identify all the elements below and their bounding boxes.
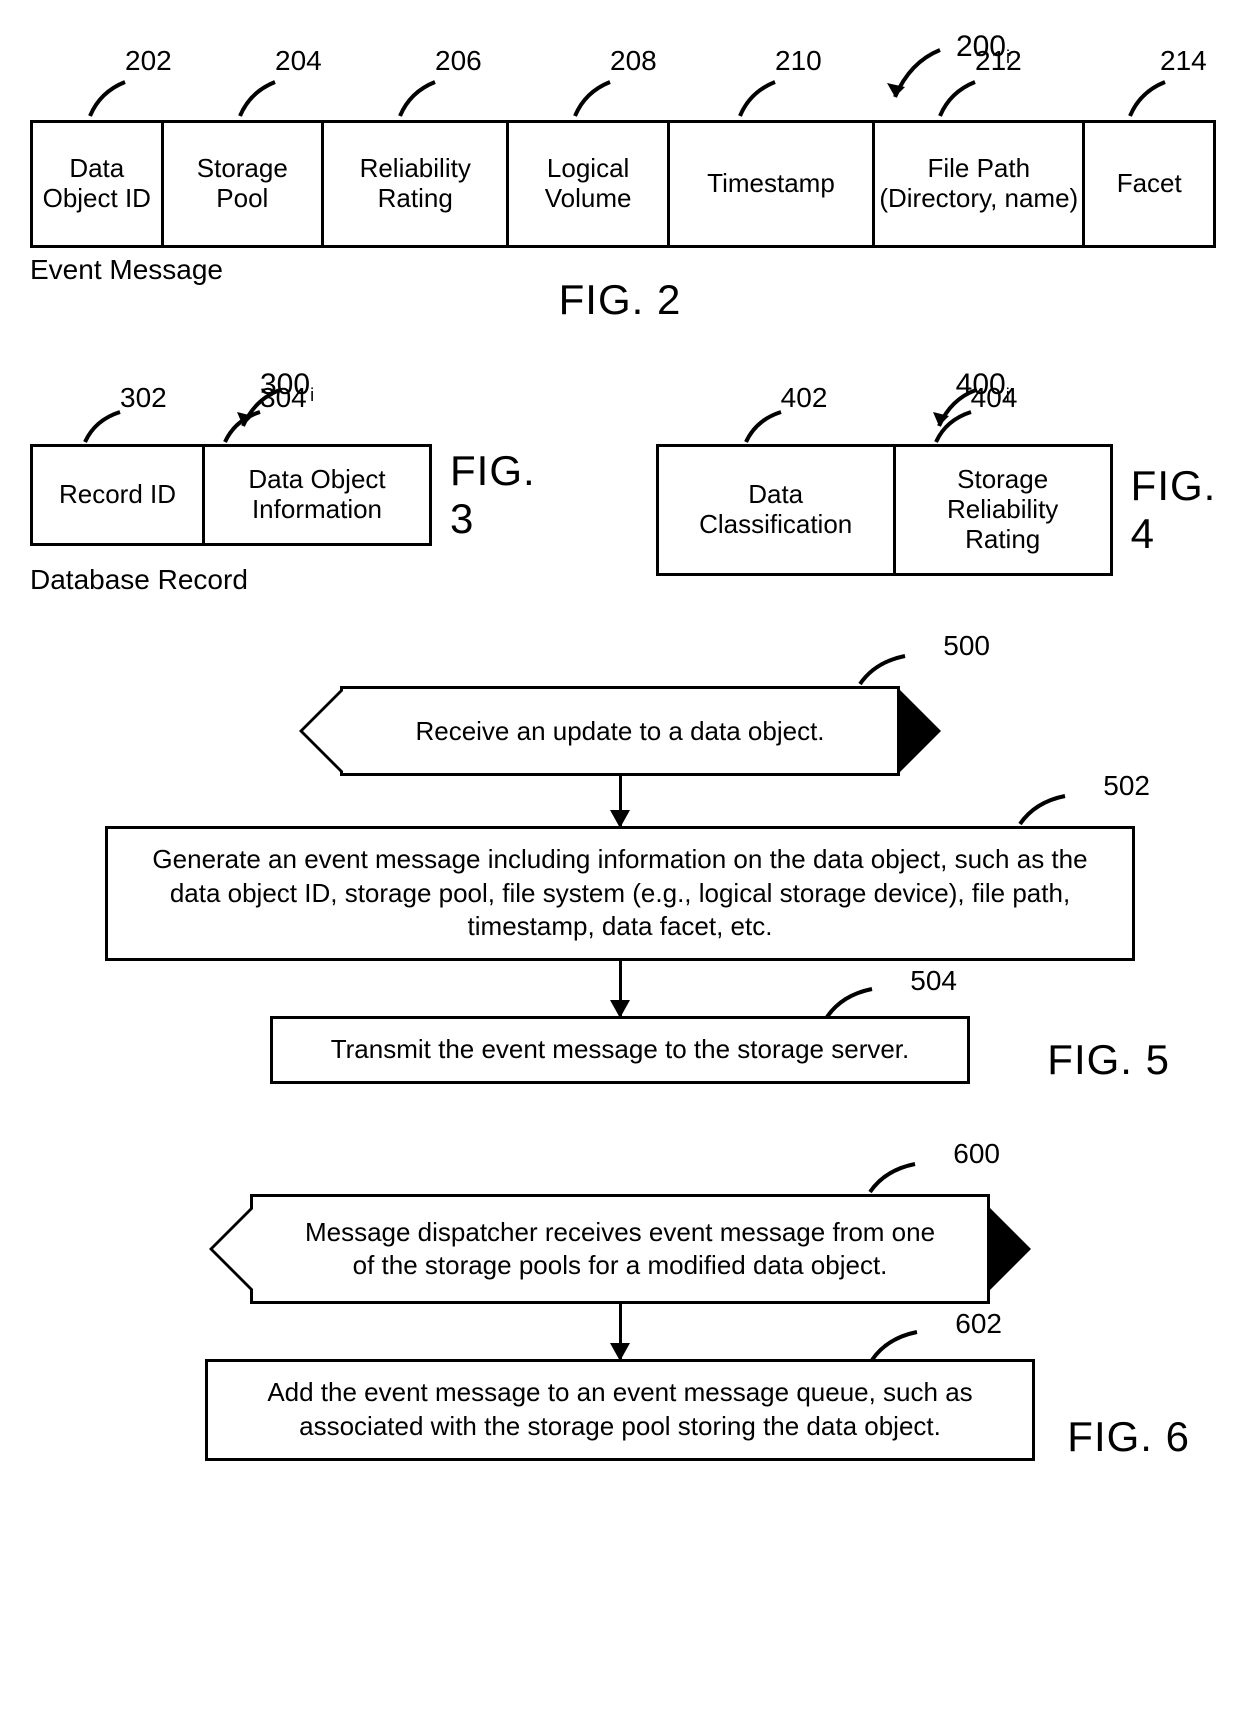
ref-300-sub: i [310,385,314,405]
fig3-leaders [30,404,390,444]
step-602: Add the event message to an event messag… [205,1359,1035,1461]
cell-302: Record ID [33,447,205,543]
cell-212: File Path (Directory, name) [875,123,1085,245]
fig3-title: FIG. 3 [450,447,536,543]
fig3-caption: Database Record [30,564,536,596]
step-504-text: Transmit the event message to the storag… [331,1034,910,1064]
label-402: 402 [781,382,828,414]
cell-404: Storage Reliability Rating [896,447,1110,573]
label-202: 202 [125,45,172,77]
cell-202: Data Object ID [33,123,164,245]
label-210: 210 [775,45,822,77]
label-304: 304 [260,382,307,414]
fig6-title: FIG. 6 [1067,1413,1190,1461]
fig5-title: FIG. 5 [1047,1036,1170,1084]
step-502: Generate an event message including info… [105,826,1135,961]
fig5: Receive an update to a data object. 500 … [30,686,1210,1084]
cell-402: Data Classification [659,447,896,573]
leader-502 [1010,790,1090,826]
label-502: 502 [1103,770,1150,802]
label-214: 214 [1160,45,1207,77]
fig2-leaders [30,72,1210,120]
step-502-text: Generate an event message including info… [152,844,1087,942]
label-602: 602 [955,1306,1002,1342]
leader-504 [817,983,897,1019]
label-208: 208 [610,45,657,77]
cell-214: Facet [1085,123,1213,245]
fig3: 300i 302 304 Record ID Data Object Infor… [30,444,536,596]
fig34-area: 300i 302 304 Record ID Data Object Infor… [30,444,1210,596]
cell-208: Logical Volume [509,123,669,245]
step-602-text: Add the event message to an event messag… [267,1377,972,1441]
cell-204: Storage Pool [164,123,324,245]
step-504: Transmit the event message to the storag… [270,1016,970,1084]
label-504: 504 [910,963,957,999]
step-600: Message dispatcher receives event messag… [250,1194,990,1304]
step-500-text: Receive an update to a data object. [415,715,824,748]
fig6: Message dispatcher receives event messag… [30,1194,1210,1461]
label-204: 204 [275,45,322,77]
label-212: 212 [975,45,1022,77]
cell-206: Reliability Rating [324,123,509,245]
fig4-title: FIG. 4 [1131,462,1217,558]
step-600-text: Message dispatcher receives event messag… [303,1216,937,1281]
fig4-table: Data Classification Storage Reliability … [656,444,1113,576]
label-600: 600 [953,1138,1000,1170]
cell-210: Timestamp [670,123,875,245]
label-302: 302 [120,382,167,414]
fig3-table: Record ID Data Object Information [30,444,432,546]
label-500: 500 [943,630,990,662]
cell-304: Data Object Information [205,447,429,543]
fig4: 400i 402 404 Data Classification Storage… [656,444,1217,576]
fig2-row: Data Object ID Storage Pool Reliability … [30,120,1216,248]
leader-500 [850,648,930,686]
label-206: 206 [435,45,482,77]
leader-602 [862,1326,942,1362]
step-500: Receive an update to a data object. [340,686,900,776]
leader-600 [860,1156,940,1194]
fig2: 200i 202 204 206 208 210 212 214 Data Ob… [30,120,1210,324]
label-404: 404 [971,382,1018,414]
